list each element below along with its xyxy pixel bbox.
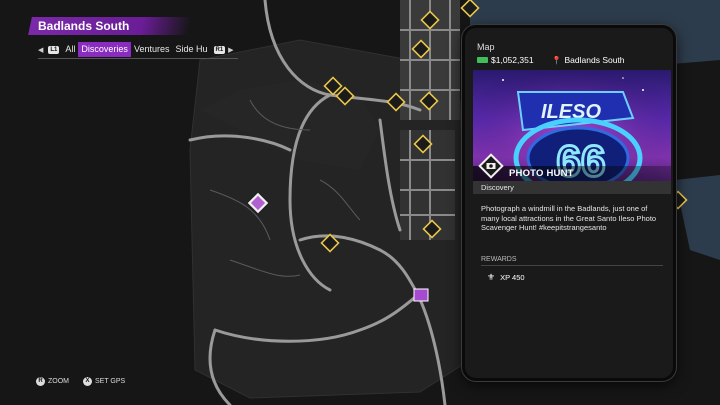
cash-amount: $1,052,351 xyxy=(491,55,534,65)
set-gps-label: SET GPS xyxy=(95,378,126,385)
phone-status-bar: $1,052,351 📍 Badlands South xyxy=(477,54,667,66)
left-arrow-icon[interactable]: ◀ xyxy=(38,46,43,54)
photo-hunt-icon xyxy=(478,153,504,179)
set-gps-hint[interactable]: X SET GPS xyxy=(83,377,125,386)
filter-divider xyxy=(38,58,238,59)
tab-all[interactable]: All xyxy=(62,42,78,57)
location-name: Badlands South xyxy=(564,55,625,65)
mission-title: PHOTO HUNT xyxy=(509,168,574,179)
mission-category: Discovery xyxy=(473,181,671,194)
region-title: Badlands South xyxy=(38,19,130,33)
discovery-marker xyxy=(413,288,429,302)
r1-button-icon[interactable]: R1 xyxy=(213,45,226,54)
rewards-divider xyxy=(481,265,663,266)
filter-bar: ◀ L1 All Discoveries Ventures Side Hu R1… xyxy=(38,42,236,57)
zoom-hint[interactable]: R ZOOM xyxy=(36,377,69,386)
mission-description: Photograph a windmill in the Badlands, j… xyxy=(481,204,657,232)
phone-header: Map xyxy=(477,42,495,52)
tab-ventures[interactable]: Ventures xyxy=(131,42,173,57)
zoom-label: ZOOM xyxy=(48,378,69,385)
cross-button-icon: X xyxy=(83,377,92,386)
location-pin-icon: 📍 xyxy=(551,55,562,65)
reward-xp: XP 450 xyxy=(500,273,525,282)
fleur-de-lis-icon: ⚜ xyxy=(487,272,496,282)
phone-panel: Map $1,052,351 📍 Badlands South ILESO 66 xyxy=(462,25,676,381)
tab-side-hustles[interactable]: Side Hu xyxy=(172,42,210,57)
control-hints: R ZOOM X SET GPS xyxy=(36,377,125,386)
cash-icon xyxy=(477,57,488,63)
rewards-label: REWARDS xyxy=(481,256,517,263)
reward-item: ⚜ XP 450 xyxy=(487,272,525,283)
city-grid xyxy=(400,0,460,240)
tab-discoveries[interactable]: Discoveries xyxy=(78,42,131,57)
r-stick-button-icon: R xyxy=(36,377,45,386)
l1-button-icon[interactable]: L1 xyxy=(48,45,60,54)
right-arrow-icon[interactable]: ▶ xyxy=(228,46,233,54)
